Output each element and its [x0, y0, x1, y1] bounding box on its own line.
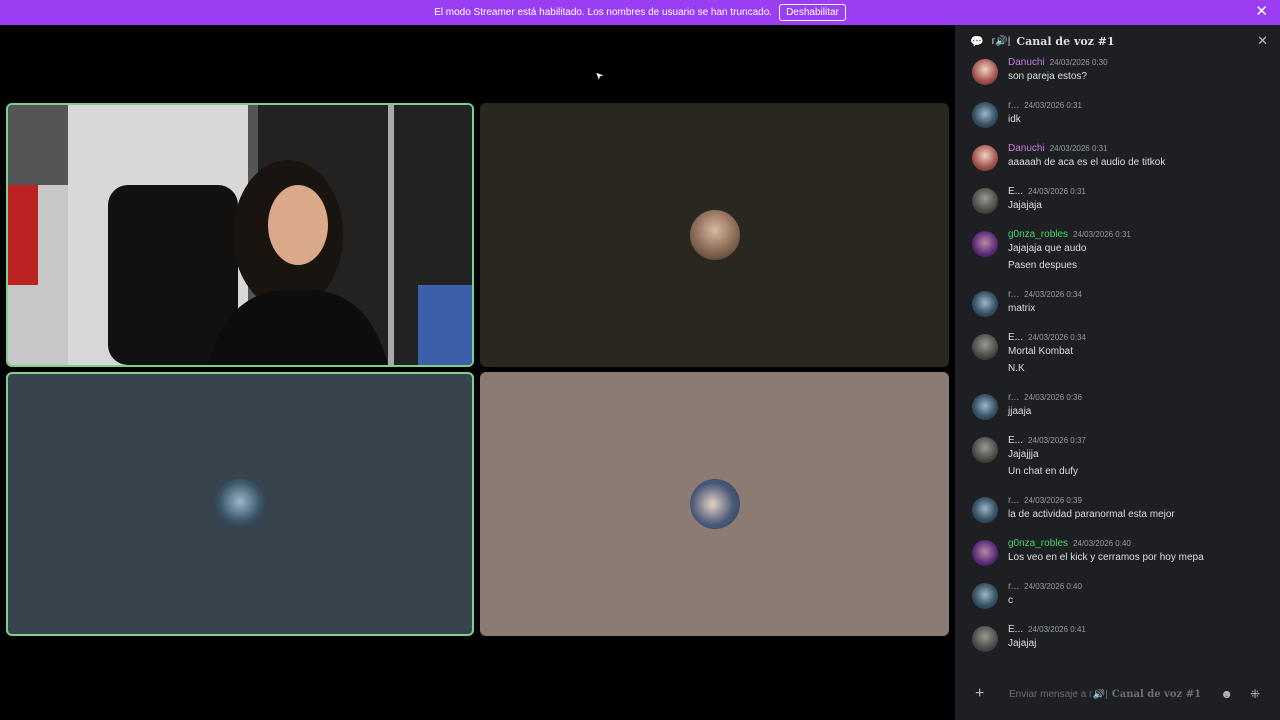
message-text: la de actividad paranormal esta mejor [1008, 509, 1175, 520]
user-avatar[interactable] [972, 626, 998, 652]
message-text: Jajajaj [1008, 638, 1037, 649]
message-composer: + Enviar mensaje a ᴦ🔊| Canal de voz #1 ☻ … [965, 676, 1270, 712]
message-author[interactable]: r... [1008, 581, 1019, 592]
message-timestamp: 24/03/2026 0:30 [1049, 58, 1108, 67]
participant-tile[interactable] [6, 372, 474, 636]
user-avatar[interactable] [972, 291, 998, 317]
message-meta: r... 24/03/2026 0:40 [1008, 581, 1082, 592]
message-timestamp: 24/03/2026 0:41 [1028, 625, 1086, 634]
message-timestamp: 24/03/2026 0:36 [1024, 393, 1082, 402]
message-text: c [1008, 595, 1013, 606]
user-avatar[interactable] [972, 231, 998, 257]
disable-streamer-mode-button[interactable]: Deshabilitar [779, 4, 846, 21]
chat-header: 💬 ᴦ🔊| Canal de voz #1 ✕ [955, 25, 1280, 57]
message-text: Pasen despues [1008, 260, 1077, 271]
message-timestamp: 24/03/2026 0:34 [1028, 333, 1086, 342]
message-meta: E... 24/03/2026 0:37 [1008, 435, 1086, 446]
message-meta: r... 24/03/2026 0:31 [1008, 100, 1082, 111]
placeholder-prefix: Enviar mensaje a ᴦ🔊| [1009, 688, 1108, 700]
message-input[interactable]: Enviar mensaje a ᴦ🔊| Canal de voz #1 [1009, 689, 1204, 700]
message-meta: E... 24/03/2026 0:41 [1008, 624, 1086, 635]
voice-channel-icon: ᴦ🔊| [991, 35, 1011, 47]
user-avatar[interactable] [972, 394, 998, 420]
message-timestamp: 24/03/2026 0:31 [1028, 187, 1086, 196]
video-tile-camera[interactable] [6, 103, 474, 367]
message-author[interactable]: Danuchi [1008, 143, 1045, 154]
message-text: N.K [1008, 363, 1025, 374]
message-text: Jajajjja [1008, 449, 1039, 460]
camera-feed-image [8, 105, 472, 365]
message-text: Jajajaja [1008, 200, 1042, 211]
close-icon[interactable]: ✕ [1255, 4, 1268, 20]
participant-avatar [689, 479, 740, 529]
message-author[interactable]: r... [1008, 495, 1019, 506]
message-text: Jajajaja que audo [1008, 243, 1087, 254]
message-timestamp: 24/03/2026 0:31 [1024, 101, 1082, 110]
participant-avatar [689, 210, 740, 260]
message-text: Mortal Kombat [1008, 346, 1074, 357]
message-meta: E... 24/03/2026 0:31 [1008, 186, 1086, 197]
attach-plus-icon[interactable]: + [975, 685, 993, 703]
user-avatar[interactable] [972, 437, 998, 463]
participant-avatar [215, 479, 265, 529]
message-text: Un chat en dufy [1008, 466, 1079, 477]
message-timestamp: 24/03/2026 0:40 [1073, 539, 1131, 548]
emoji-icon[interactable]: ☻ [1220, 687, 1233, 701]
user-avatar[interactable] [972, 188, 998, 214]
message-author[interactable]: E... [1008, 186, 1023, 197]
message-text: idk [1008, 114, 1021, 125]
voice-stage: ➤ [0, 25, 955, 720]
message-author[interactable]: Danuchi [1008, 57, 1045, 68]
message-timestamp: 24/03/2026 0:31 [1049, 144, 1108, 153]
participant-tile[interactable] [480, 372, 949, 636]
message-text: aaaaah de aca es el audio de titkok [1008, 157, 1166, 168]
message-author[interactable]: E... [1008, 435, 1023, 446]
message-meta: r... 24/03/2026 0:39 [1008, 495, 1082, 506]
message-timestamp: 24/03/2026 0:31 [1073, 230, 1131, 239]
message-timestamp: 24/03/2026 0:40 [1024, 582, 1082, 591]
channel-title: Canal de voz #1 [1016, 34, 1115, 48]
user-avatar[interactable] [972, 334, 998, 360]
close-icon[interactable]: ✕ [1257, 33, 1268, 49]
message-timestamp: 24/03/2026 0:34 [1024, 290, 1082, 299]
message-text: matrix [1008, 303, 1036, 314]
placeholder-channel: Canal de voz #1 [1111, 688, 1202, 700]
message-meta: Danuchi 24/03/2026 0:30 [1008, 57, 1108, 68]
user-avatar[interactable] [972, 497, 998, 523]
participant-tile[interactable] [480, 103, 949, 367]
message-text: Los veo en el kick y cerramos por hoy me… [1008, 552, 1204, 563]
mouse-cursor: ➤ [591, 68, 606, 83]
message-author[interactable]: g0nza_robles [1008, 229, 1068, 240]
message-author[interactable]: g0nza_robles [1008, 538, 1068, 549]
user-avatar[interactable] [972, 583, 998, 609]
user-avatar[interactable] [972, 59, 998, 85]
message-meta: g0nza_robles 24/03/2026 0:31 [1008, 229, 1131, 240]
message-meta: r... 24/03/2026 0:34 [1008, 289, 1082, 300]
user-avatar[interactable] [972, 102, 998, 128]
message-text: son pareja estos? [1008, 71, 1087, 82]
message-meta: g0nza_robles 24/03/2026 0:40 [1008, 538, 1131, 549]
message-text: jjaaja [1008, 406, 1032, 417]
message-timestamp: 24/03/2026 0:39 [1024, 496, 1082, 505]
user-avatar[interactable] [972, 145, 998, 171]
banner-text: El modo Streamer está habilitado. Los no… [434, 7, 773, 18]
message-author[interactable]: E... [1008, 332, 1023, 343]
message-meta: r... 24/03/2026 0:36 [1008, 392, 1082, 403]
message-timestamp: 24/03/2026 0:37 [1028, 436, 1086, 445]
apps-icon[interactable]: ⁜ [1250, 687, 1260, 701]
message-meta: E... 24/03/2026 0:34 [1008, 332, 1086, 343]
message-author[interactable]: E... [1008, 624, 1023, 635]
chat-bubble-icon: 💬 [970, 35, 984, 48]
message-author[interactable]: r... [1008, 392, 1019, 403]
streamer-mode-banner: El modo Streamer está habilitado. Los no… [0, 0, 1280, 25]
user-avatar[interactable] [972, 540, 998, 566]
message-author[interactable]: r... [1008, 100, 1019, 111]
message-meta: Danuchi 24/03/2026 0:31 [1008, 143, 1108, 154]
message-author[interactable]: r... [1008, 289, 1019, 300]
voice-channel-chat: 💬 ᴦ🔊| Canal de voz #1 ✕ Danuchi 24/03/202… [955, 25, 1280, 720]
